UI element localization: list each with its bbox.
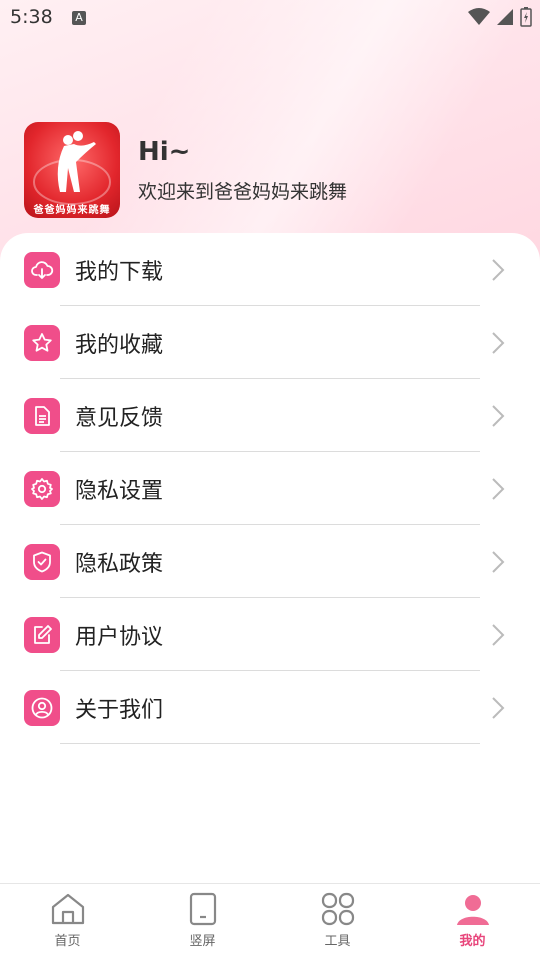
menu-label: 意见反馈 <box>75 405 164 431</box>
menu-label: 隐私设置 <box>75 478 164 504</box>
tools-grid-icon <box>321 892 354 926</box>
tab-portrait[interactable]: 竖屏 <box>135 884 270 961</box>
gear-icon <box>24 470 60 507</box>
status-time: 5:38 <box>10 6 53 28</box>
wifi-icon <box>468 8 490 25</box>
notification-icon: A <box>72 11 86 25</box>
menu-label: 隐私政策 <box>75 551 164 577</box>
menu-card: 我的下载 我的收藏 意见反馈 隐私设置 隐私政策 用户协议 关于我们 <box>0 233 540 883</box>
menu-label: 用户协议 <box>75 624 164 650</box>
chevron-right-icon <box>492 331 505 354</box>
chevron-right-icon <box>492 623 505 646</box>
app-logo-avatar: 爸爸妈妈来跳舞 <box>24 122 120 218</box>
phone-portrait-icon <box>189 892 216 926</box>
document-icon <box>24 397 60 434</box>
signal-icon <box>497 9 513 25</box>
chevron-right-icon <box>492 258 505 281</box>
bottom-tab-bar: 首页 竖屏 工具 我的 <box>0 883 540 961</box>
tab-label: 竖屏 <box>189 934 216 949</box>
tab-home[interactable]: 首页 <box>0 884 135 961</box>
chevron-right-icon <box>492 404 505 427</box>
star-icon <box>24 324 60 361</box>
chevron-right-icon <box>492 477 505 500</box>
tab-tools[interactable]: 工具 <box>270 884 405 961</box>
chevron-right-icon <box>492 696 505 719</box>
tab-label: 我的 <box>459 934 486 949</box>
menu-item-feedback[interactable]: 意见反馈 <box>0 379 540 452</box>
menu-item-privacy-settings[interactable]: 隐私设置 <box>0 452 540 525</box>
cloud-download-icon <box>24 251 60 288</box>
status-bar: 5:38 A <box>0 0 540 36</box>
person-icon <box>456 895 489 925</box>
profile-header: 爸爸妈妈来跳舞 Hi~ 欢迎来到爸爸妈妈来跳舞 <box>24 122 347 218</box>
shield-check-icon <box>24 543 60 580</box>
tab-mine[interactable]: 我的 <box>405 884 540 961</box>
menu-item-downloads[interactable]: 我的下载 <box>0 233 540 306</box>
menu-item-about-us[interactable]: 关于我们 <box>0 671 540 744</box>
menu-label: 我的收藏 <box>75 332 164 358</box>
tab-label: 首页 <box>54 934 81 949</box>
avatar-caption: 爸爸妈妈来跳舞 <box>33 205 111 216</box>
battery-icon <box>520 7 532 27</box>
status-icons <box>468 7 532 27</box>
user-circle-icon <box>24 689 60 726</box>
tab-label: 工具 <box>324 934 351 949</box>
menu-label: 关于我们 <box>75 697 164 723</box>
greeting-text: Hi~ <box>138 136 191 167</box>
menu-item-user-agreement[interactable]: 用户协议 <box>0 598 540 671</box>
menu-item-privacy-policy[interactable]: 隐私政策 <box>0 525 540 598</box>
home-icon <box>51 893 84 925</box>
welcome-text: 欢迎来到爸爸妈妈来跳舞 <box>138 180 348 203</box>
menu-label: 我的下载 <box>75 259 164 285</box>
chevron-right-icon <box>492 550 505 573</box>
menu-item-favorites[interactable]: 我的收藏 <box>0 306 540 379</box>
divider <box>60 743 480 744</box>
edit-icon <box>24 616 60 653</box>
